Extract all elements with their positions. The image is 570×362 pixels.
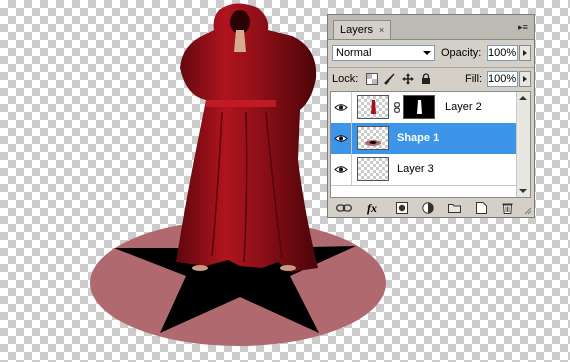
layer-name[interactable]: Shape 1 (397, 132, 439, 145)
fill-slider-button[interactable] (519, 71, 531, 87)
visibility-toggle[interactable] (331, 92, 352, 123)
layer-thumbnail[interactable] (357, 157, 389, 181)
link-layers-icon[interactable] (336, 203, 352, 213)
opacity-label: Opacity: (441, 47, 482, 59)
fill-input[interactable]: 100% (487, 71, 518, 87)
resize-grip-icon[interactable] (524, 207, 532, 215)
layer-row-shape-1[interactable]: Shape 1 (331, 123, 518, 155)
scrollbar[interactable] (516, 92, 530, 197)
lock-transparent-pixels-icon[interactable] (366, 73, 378, 85)
visibility-toggle[interactable] (331, 123, 352, 154)
layer-name[interactable]: Layer 3 (397, 163, 434, 176)
tab-label: Layers (340, 24, 374, 36)
layer-thumbnail[interactable] (357, 126, 389, 150)
panel-menu-icon[interactable]: ▸≡ (516, 21, 530, 33)
fx-icon[interactable]: fx (367, 201, 377, 215)
scroll-down-icon[interactable] (517, 185, 529, 197)
opacity-input[interactable]: 100% (487, 45, 518, 61)
move-icon[interactable] (402, 73, 414, 85)
lock-fill-row: Lock: Fill: 100% (332, 71, 532, 87)
blend-opacity-row: Normal Opacity: 100% (332, 45, 532, 63)
layer-name[interactable]: Layer 2 (445, 101, 482, 114)
brush-icon[interactable] (384, 73, 396, 85)
fill-label: Fill: (465, 73, 483, 85)
panel-bottom-toolbar: fx (330, 201, 531, 215)
layers-panel: Layers × ▸≡ Normal Opacity: 100% Lock: Fi… (327, 14, 535, 218)
layer-row-layer-2[interactable]: Layer 2 (331, 92, 518, 124)
close-icon[interactable]: × (379, 25, 384, 35)
eye-icon (334, 135, 348, 142)
eye-icon (334, 104, 348, 111)
scroll-up-icon[interactable] (517, 92, 529, 104)
new-group-icon[interactable] (448, 203, 461, 213)
add-mask-icon[interactable] (396, 202, 408, 214)
layer-row-layer-3[interactable]: Layer 3 (331, 154, 518, 186)
new-layer-icon[interactable] (476, 202, 487, 214)
blend-mode-select[interactable]: Normal (332, 45, 435, 61)
shape-thumbnail-icon (365, 140, 381, 146)
padlock-icon[interactable] (420, 73, 432, 85)
adjustment-layer-icon[interactable] (422, 202, 434, 214)
blend-mode-value: Normal (336, 47, 372, 59)
figure-thumbnail-icon (371, 100, 376, 114)
visibility-toggle[interactable] (331, 154, 352, 185)
eye-icon (334, 166, 348, 173)
mask-figure-icon (417, 100, 422, 114)
layer-mask-thumbnail[interactable] (403, 95, 435, 119)
lock-label: Lock: (332, 73, 359, 85)
chain-link-icon[interactable] (394, 102, 400, 113)
layer-thumbnail[interactable] (357, 95, 389, 119)
panel-header: Layers × ▸≡ (328, 15, 534, 40)
trash-icon[interactable] (502, 202, 513, 214)
layers-list: Layer 2 Shape 1 Layer 3 (330, 91, 531, 198)
tab-layers[interactable]: Layers × (333, 20, 392, 39)
chevron-down-icon (423, 51, 431, 55)
opacity-slider-button[interactable] (519, 45, 531, 61)
divider (328, 67, 534, 68)
